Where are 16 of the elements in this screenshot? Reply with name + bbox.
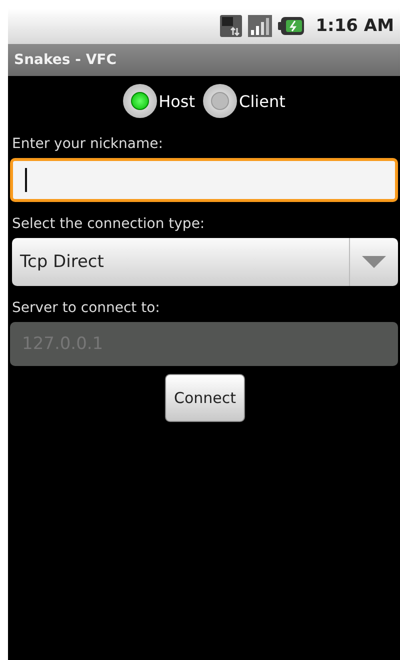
clock-time: 1:16 AM xyxy=(316,16,394,36)
battery-charging-icon xyxy=(278,17,304,35)
radio-label: Host xyxy=(158,92,196,110)
radio-button[interactable] xyxy=(122,84,157,118)
field-label: Enter your nickname: xyxy=(12,136,164,152)
connect-button[interactable]: Connect xyxy=(165,374,245,422)
field-label: Server to connect to: xyxy=(12,300,161,316)
signal-icon xyxy=(248,15,272,37)
dropdown-arrow-icon xyxy=(362,256,386,268)
app-title: Snakes - VFC xyxy=(8,44,400,76)
nickname-field[interactable] xyxy=(10,158,398,202)
connection-type-dropdown[interactable]: Tcp Direct xyxy=(12,238,398,286)
mobile-data-icon xyxy=(220,15,242,37)
radio-label: Client xyxy=(239,92,286,110)
radio-button[interactable] xyxy=(203,84,238,118)
field-label: Select the connection type: xyxy=(12,216,206,232)
